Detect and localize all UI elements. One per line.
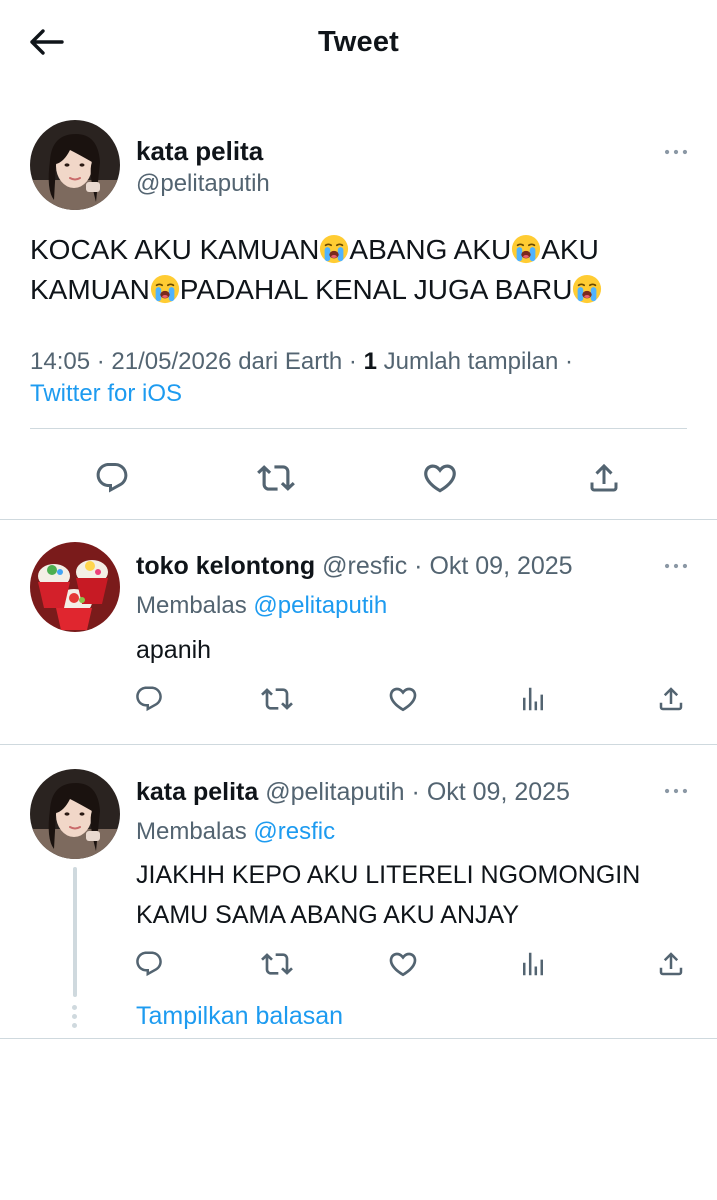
- reply-header: toko kelontong @resfic · Okt 09, 2025: [136, 552, 573, 580]
- share-button[interactable]: [652, 945, 690, 983]
- tweet-text-segment: PADAHAL KENAL JUGA BARU: [179, 274, 573, 305]
- like-button[interactable]: [384, 680, 422, 718]
- reply-tweet[interactable]: kata pelita @pelitaputih · Okt 09, 2025 …: [0, 745, 717, 1039]
- reply-tweet[interactable]: toko kelontong @resfic · Okt 09, 2025 Me…: [0, 520, 717, 745]
- views-button[interactable]: [514, 945, 552, 983]
- reply-icon: [134, 684, 164, 714]
- reply-date: Okt 09, 2025: [429, 552, 573, 580]
- loudly-crying-face-emoji: [511, 234, 541, 264]
- replying-label: Membalas: [136, 592, 247, 619]
- like-icon: [387, 683, 419, 715]
- page-title: Tweet: [317, 26, 400, 58]
- views-label: Jumlah tampilan: [383, 348, 559, 375]
- retweet-icon: [257, 459, 295, 497]
- like-icon: [387, 948, 419, 980]
- more-icon: [663, 147, 689, 157]
- more-options-button[interactable]: [660, 556, 692, 576]
- reply-text: JIAKHH KEPO AKU LITERELI NGOMONGIN KAMU …: [136, 861, 641, 929]
- author-handle[interactable]: @resfic: [322, 552, 407, 580]
- mention-link[interactable]: @resfic: [253, 818, 335, 845]
- retweet-button[interactable]: [258, 945, 296, 983]
- loudly-crying-face-emoji: [572, 274, 602, 304]
- tweet-source-link[interactable]: Twitter for iOS: [30, 380, 182, 408]
- avatar[interactable]: [30, 542, 120, 632]
- like-icon: [421, 459, 459, 497]
- reply-button[interactable]: [90, 456, 134, 500]
- replying-to: Membalas @resfic: [136, 818, 335, 846]
- thread-dots: [72, 1005, 78, 1032]
- tweet-location: dari Earth: [238, 348, 343, 375]
- main-tweet: kata pelita @pelitaputih KOCAK AKU KAMUA…: [0, 86, 717, 520]
- views-icon: [518, 684, 548, 714]
- views-button[interactable]: [514, 680, 552, 718]
- retweet-icon: [261, 683, 293, 715]
- divider: [0, 1038, 717, 1039]
- more-options-button[interactable]: [660, 781, 692, 801]
- retweet-button[interactable]: [258, 680, 296, 718]
- mention-link[interactable]: @pelitaputih: [253, 592, 387, 619]
- tweet-time: 14:05: [30, 348, 91, 375]
- tweet-text-segment: ABANG AKU: [349, 234, 512, 265]
- tweet-text-segment: KOCAK AKU KAMUAN: [30, 234, 320, 265]
- top-bar: Tweet: [0, 0, 717, 86]
- reply-button[interactable]: [130, 945, 168, 983]
- share-icon: [586, 460, 622, 496]
- author-handle[interactable]: @pelitaputih: [136, 170, 270, 198]
- like-button[interactable]: [418, 456, 462, 500]
- tweet-meta: 14:05 · 21/05/2026 dari Earth · 1 Jumlah…: [30, 348, 574, 375]
- avatar[interactable]: [30, 120, 120, 210]
- share-icon: [656, 949, 686, 979]
- retweet-icon: [261, 948, 293, 980]
- reply-actions: [0, 680, 717, 720]
- share-icon: [656, 684, 686, 714]
- avatar[interactable]: [30, 769, 120, 859]
- retweet-button[interactable]: [254, 456, 298, 500]
- author-name[interactable]: kata pelita: [136, 136, 263, 167]
- share-button[interactable]: [652, 680, 690, 718]
- replying-to: Membalas @pelitaputih: [136, 592, 387, 620]
- author-name[interactable]: toko kelontong: [136, 552, 315, 580]
- divider: [30, 428, 687, 429]
- loudly-crying-face-emoji: [319, 234, 349, 264]
- tweet-text: KOCAK AKU KAMUAN ABANG AKU AKU KAMUAN PADAH…: [30, 230, 690, 310]
- tweet-actions: [0, 438, 717, 516]
- more-icon: [663, 786, 689, 796]
- show-replies-link[interactable]: Tampilkan balasan: [136, 1002, 343, 1031]
- reply-text: apanih: [136, 636, 212, 664]
- views-count: 1: [363, 348, 377, 375]
- reply-header: kata pelita @pelitaputih · Okt 09, 2025: [136, 778, 570, 806]
- more-icon: [663, 561, 689, 571]
- loudly-crying-face-emoji: [150, 274, 180, 304]
- tweet-date: 21/05/2026: [111, 348, 232, 375]
- views-icon: [518, 949, 548, 979]
- reply-actions: [0, 945, 717, 985]
- reply-date: Okt 09, 2025: [426, 778, 570, 806]
- share-button[interactable]: [582, 456, 626, 500]
- reply-icon: [94, 460, 130, 496]
- author-handle[interactable]: @pelitaputih: [265, 778, 404, 806]
- reply-button[interactable]: [130, 680, 168, 718]
- replying-label: Membalas: [136, 818, 247, 845]
- more-options-button[interactable]: [660, 142, 692, 162]
- author-name[interactable]: kata pelita: [136, 778, 258, 806]
- reply-icon: [134, 949, 164, 979]
- like-button[interactable]: [384, 945, 422, 983]
